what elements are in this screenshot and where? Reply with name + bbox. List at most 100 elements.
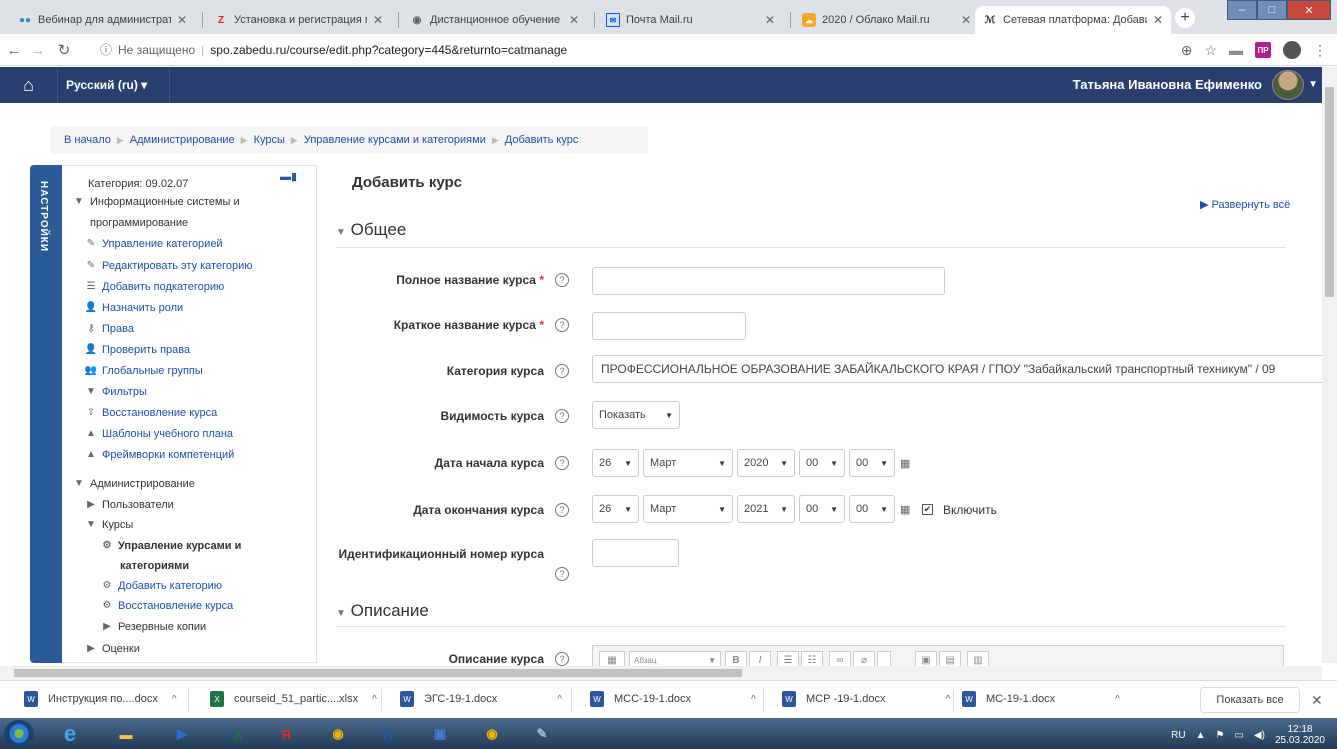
url-field[interactable]: ⓘ Не защищено | spo.zabedu.ru/course/edi…: [100, 41, 567, 58]
show-all-downloads-button[interactable]: Показать все: [1200, 687, 1300, 713]
help-icon[interactable]: ?: [555, 503, 569, 517]
browser-tab-active[interactable]: ℳ Сетевая платформа: Добавить ✕: [975, 6, 1171, 34]
explorer-icon[interactable]: ▬: [104, 721, 148, 747]
breadcrumb-courses[interactable]: Курсы: [254, 134, 285, 146]
save-icon[interactable]: ▣: [418, 721, 462, 747]
language-indicator[interactable]: RU: [1171, 730, 1185, 741]
close-icon[interactable]: ✕: [765, 13, 775, 27]
user-name[interactable]: Татьяна Ивановна Ефименко: [1073, 77, 1262, 92]
yandex-icon[interactable]: Я: [264, 721, 308, 747]
help-icon[interactable]: ?: [555, 652, 569, 666]
tree-item-add-subcategory[interactable]: ☰ Добавить подкатегорию: [84, 281, 225, 293]
minimize-button[interactable]: –: [1227, 0, 1257, 20]
start-year-select[interactable]: 2020 ▼: [737, 449, 795, 477]
breadcrumb-admin[interactable]: Администрирование: [130, 134, 235, 146]
end-hour-select[interactable]: 00 ▼: [799, 495, 845, 523]
dock-icon[interactable]: ▬▮: [280, 170, 297, 183]
ie-icon[interactable]: e: [48, 721, 92, 747]
maximize-button[interactable]: □: [1257, 0, 1287, 20]
chrome-active-icon[interactable]: ◉: [470, 721, 514, 747]
tree-item-restore-course[interactable]: ⚙ Восстановление курса: [100, 600, 234, 612]
vertical-scrollbar[interactable]: [1322, 67, 1337, 663]
breadcrumb-home[interactable]: В начало: [64, 134, 111, 146]
browser-tab[interactable]: ●● Вебинар для администраторо ✕: [10, 6, 195, 34]
close-icon[interactable]: ✕: [961, 13, 971, 27]
language-menu[interactable]: Русский (ru) ▾: [58, 67, 170, 103]
bookmark-star-icon[interactable]: ☆: [1204, 42, 1217, 59]
close-icon[interactable]: ✕: [177, 13, 187, 27]
help-icon[interactable]: ?: [555, 318, 569, 332]
word-icon[interactable]: W: [366, 721, 410, 747]
help-icon[interactable]: ?: [555, 273, 569, 287]
idnumber-input[interactable]: [592, 539, 679, 567]
tree-item-permissions[interactable]: ⚷ Права: [84, 323, 134, 335]
tree-item-grades[interactable]: ▶ Оценки: [84, 643, 140, 655]
browser-tab[interactable]: ◉ Дистанционное обучение - ЧТ ✕: [402, 6, 587, 34]
tree-item-cohorts[interactable]: 👥 Глобальные группы: [84, 365, 203, 377]
help-icon[interactable]: ?: [555, 409, 569, 423]
tree-item-courses[interactable]: ▼ Курсы: [84, 519, 133, 531]
download-item[interactable]: W Инструкция по....docx ^: [24, 691, 177, 707]
info-icon[interactable]: ⓘ: [100, 41, 112, 58]
pdf-extension-icon[interactable]: ПР: [1255, 42, 1271, 58]
end-month-select[interactable]: Март ▼: [643, 495, 733, 523]
window-close-button[interactable]: ✕: [1287, 0, 1331, 20]
calendar-icon[interactable]: ▦: [900, 503, 912, 516]
zoom-icon[interactable]: ⊕: [1181, 42, 1193, 59]
clock[interactable]: 12:18 25.03.2020: [1275, 724, 1325, 746]
user-menu-caret-icon[interactable]: ▼: [1308, 79, 1318, 90]
help-icon[interactable]: ?: [555, 456, 569, 470]
start-minute-select[interactable]: 00 ▼: [849, 449, 895, 477]
download-item[interactable]: Xcourseid_51_partic....xlsx ^: [210, 691, 377, 707]
scrollbar-thumb[interactable]: [14, 669, 742, 677]
browser-tab[interactable]: ☁ 2020 / Облако Mail.ru ✕: [794, 6, 979, 34]
reload-icon[interactable]: ↻: [54, 40, 74, 60]
end-minute-select[interactable]: 00 ▼: [849, 495, 895, 523]
breadcrumb-manage[interactable]: Управление курсами и категориями: [304, 134, 486, 146]
tree-item-administration[interactable]: ▼ Администрирование: [72, 478, 195, 490]
excel-icon[interactable]: X: [216, 721, 260, 747]
start-day-select[interactable]: 26 ▼: [592, 449, 639, 477]
help-icon[interactable]: ?: [555, 567, 569, 581]
chrome-icon[interactable]: ◉: [316, 721, 360, 747]
browser-tab[interactable]: ✉ Почта Mail.ru ✕: [598, 6, 783, 34]
media-player-icon[interactable]: ▶: [160, 721, 204, 747]
tree-item-add-category[interactable]: ⚙ Добавить категорию: [100, 580, 223, 592]
tree-item-assign-roles[interactable]: 👤 Назначить роли: [84, 302, 183, 314]
section-description[interactable]: ▼ Описание: [336, 601, 429, 621]
end-day-select[interactable]: 26 ▼: [592, 495, 639, 523]
tree-item-restore[interactable]: ⇪ Восстановление курса: [84, 407, 217, 419]
close-icon[interactable]: ✕: [1153, 13, 1163, 27]
forward-icon[interactable]: →: [28, 40, 48, 60]
tree-item-edit-category[interactable]: ✎ Редактировать эту категорию: [84, 260, 253, 272]
start-hour-select[interactable]: 00 ▼: [799, 449, 845, 477]
menu-kebab-icon[interactable]: ⋮: [1313, 42, 1327, 59]
category-node[interactable]: ▼ Информационные системы и: [72, 196, 240, 208]
download-item[interactable]: W МСР -19-1.docx ^: [782, 691, 950, 707]
new-tab-button[interactable]: +: [1175, 8, 1195, 28]
scrollbar-thumb[interactable]: [1325, 87, 1334, 297]
tree-item-filters[interactable]: ▼ Фильтры: [84, 386, 147, 398]
close-icon[interactable]: ✕: [1311, 692, 1323, 709]
tree-item-backups[interactable]: ▶ Резервные копии: [100, 621, 206, 633]
breadcrumb-add-course[interactable]: Добавить курс: [505, 134, 579, 146]
home-icon[interactable]: ⌂: [0, 67, 58, 103]
tree-item-check-permissions[interactable]: 👤 Проверить права: [84, 344, 190, 356]
tray-arrow-icon[interactable]: ▲: [1196, 730, 1206, 741]
profile-avatar[interactable]: [1283, 41, 1301, 59]
enable-end-date-checkbox[interactable]: ✔: [922, 504, 933, 515]
close-icon[interactable]: ✕: [569, 13, 579, 27]
close-icon[interactable]: ✕: [373, 13, 383, 27]
tree-item-manage-category[interactable]: ✎ Управление категорией: [84, 238, 223, 250]
extension-icon[interactable]: ▬: [1229, 42, 1243, 58]
back-icon[interactable]: ←: [4, 40, 24, 60]
start-button[interactable]: [4, 720, 34, 747]
download-item[interactable]: W МС-19-1.docx ^: [962, 691, 1120, 707]
user-avatar[interactable]: [1272, 70, 1304, 100]
help-icon[interactable]: ?: [555, 364, 569, 378]
tree-item-manage-courses[interactable]: ⚙ Управление курсами и: [100, 540, 242, 552]
volume-icon[interactable]: ◀): [1254, 730, 1265, 741]
download-item[interactable]: W ЭГС-19-1.docx ^: [400, 691, 562, 707]
tree-item-templates[interactable]: ▲ Шаблоны учебного плана: [84, 428, 233, 440]
section-general[interactable]: ▼ Общее: [336, 220, 406, 240]
